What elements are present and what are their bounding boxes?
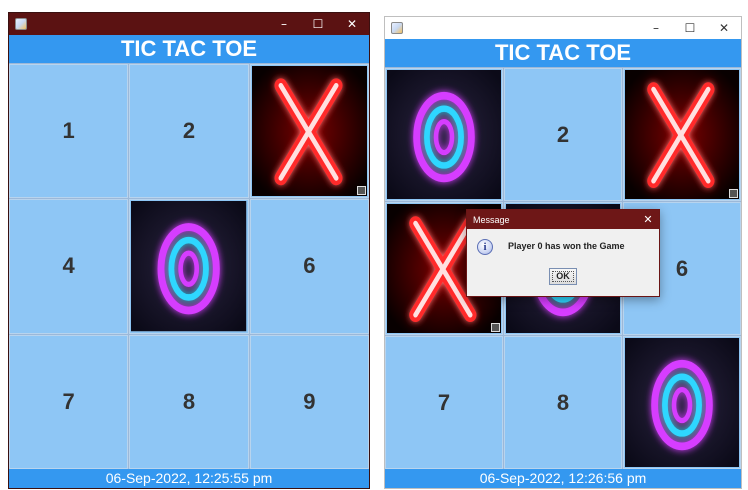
minimize-button[interactable]: – (267, 13, 301, 35)
neon-x-icon (625, 70, 739, 199)
board-cell-7[interactable]: 7 (385, 336, 503, 469)
neon-o-icon (387, 70, 501, 199)
game-window-left: – ☐ ✕ TIC TAC TOE 1 2 4 6 7 8 9 06-Sep-2… (8, 12, 370, 489)
board-cell-6[interactable]: 6 (249, 199, 369, 334)
board-cell-1[interactable]: 1 (9, 64, 129, 199)
image-watermark (357, 186, 366, 196)
board-cell-3[interactable] (249, 64, 369, 199)
close-button[interactable]: ✕ (335, 13, 369, 35)
timestamp-footer: 06-Sep-2022, 12:25:55 pm (9, 469, 369, 488)
java-app-icon (15, 18, 27, 30)
board-cell-3[interactable] (623, 68, 741, 201)
info-icon: i (477, 239, 493, 255)
dialog-title: Message (473, 214, 510, 225)
image-watermark (729, 189, 738, 198)
board-cell-4[interactable]: 4 (9, 199, 129, 334)
game-title: TIC TAC TOE (9, 35, 369, 63)
dialog-message: Player 0 has won the Game (508, 241, 625, 251)
dialog-titlebar[interactable]: Message ✕ (467, 210, 659, 229)
window-titlebar[interactable]: – ☐ ✕ (9, 13, 369, 35)
window-titlebar[interactable]: – ☐ ✕ (385, 17, 741, 39)
timestamp-footer: 06-Sep-2022, 12:26:56 pm (385, 469, 741, 488)
game-title: TIC TAC TOE (385, 39, 741, 67)
board-cell-2[interactable]: 2 (129, 64, 249, 199)
neon-x-icon (252, 66, 367, 196)
maximize-button[interactable]: ☐ (673, 17, 707, 39)
ok-button[interactable]: OK (549, 268, 577, 285)
board-cell-2[interactable]: 2 (504, 68, 622, 201)
board-cell-5[interactable] (129, 199, 249, 334)
neon-o-icon (625, 338, 739, 467)
board-grid: 1 2 4 6 7 8 9 (9, 64, 369, 469)
board-cell-8[interactable]: 8 (504, 336, 622, 469)
board-cell-7[interactable]: 7 (9, 334, 129, 469)
maximize-button[interactable]: ☐ (301, 13, 335, 35)
java-app-icon (391, 22, 403, 34)
close-button[interactable]: ✕ (707, 17, 741, 39)
board-cell-9[interactable]: 9 (249, 334, 369, 469)
board-cell-9[interactable] (623, 336, 741, 469)
board-cell-1[interactable] (385, 68, 503, 201)
neon-o-icon (131, 201, 246, 331)
dialog-close-button[interactable]: ✕ (637, 213, 659, 226)
image-watermark (491, 323, 500, 332)
message-dialog: Message ✕ i Player 0 has won the Game OK (466, 209, 660, 297)
board-cell-8[interactable]: 8 (129, 334, 249, 469)
minimize-button[interactable]: – (639, 17, 673, 39)
